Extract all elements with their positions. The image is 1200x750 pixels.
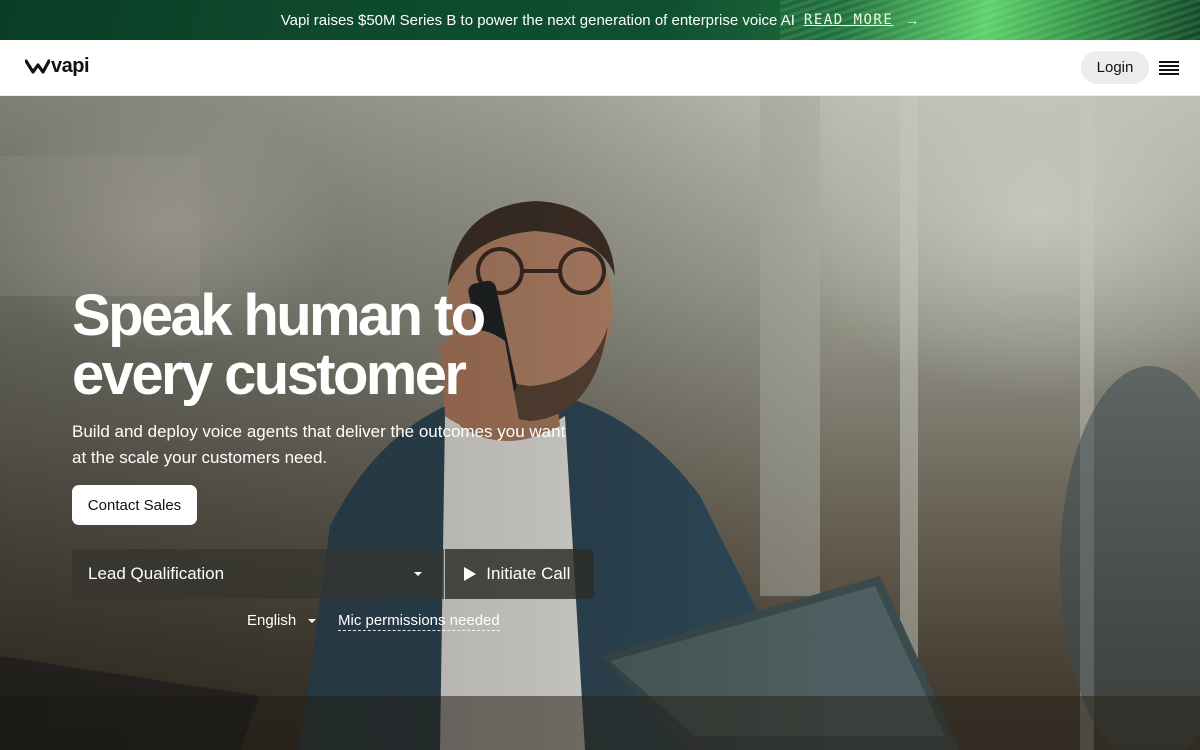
caret-down-icon bbox=[414, 572, 423, 576]
banner-text: Vapi raises $50M Series B to power the n… bbox=[280, 11, 795, 29]
arrow-right-icon[interactable]: → bbox=[905, 12, 919, 28]
language-select[interactable]: English bbox=[247, 612, 317, 629]
hero-section: Speak human to every customer Build and … bbox=[0, 96, 1200, 750]
announcement-banner: Vapi raises $50M Series B to power the n… bbox=[0, 0, 1200, 40]
demo-call-bar: Lead Qualification Initiate Call bbox=[72, 549, 594, 599]
scenario-select[interactable]: Lead Qualification bbox=[72, 549, 445, 599]
navbar: vapi Login bbox=[0, 40, 1200, 96]
mic-permissions-note[interactable]: Mic permissions needed bbox=[338, 612, 500, 631]
hamburger-menu-icon[interactable] bbox=[1158, 59, 1180, 77]
play-icon bbox=[464, 567, 477, 581]
hero-title: Speak human to every customer bbox=[72, 283, 486, 407]
contact-sales-button[interactable]: Contact Sales bbox=[72, 485, 197, 525]
logo-text: vapi bbox=[51, 55, 90, 77]
vapi-logo-icon bbox=[25, 59, 50, 74]
read-more-link[interactable]: READ MORE bbox=[804, 12, 893, 28]
initiate-call-button[interactable]: Initiate Call bbox=[445, 549, 594, 599]
language-select-value: English bbox=[247, 612, 297, 629]
hero-subtitle: Build and deploy voice agents that deliv… bbox=[72, 422, 566, 467]
initiate-call-label: Initiate Call bbox=[486, 564, 571, 583]
login-button[interactable]: Login bbox=[1081, 51, 1149, 84]
vapi-logo[interactable]: vapi bbox=[25, 55, 90, 77]
scenario-select-value: Lead Qualification bbox=[88, 564, 225, 583]
caret-down-icon bbox=[308, 618, 317, 623]
